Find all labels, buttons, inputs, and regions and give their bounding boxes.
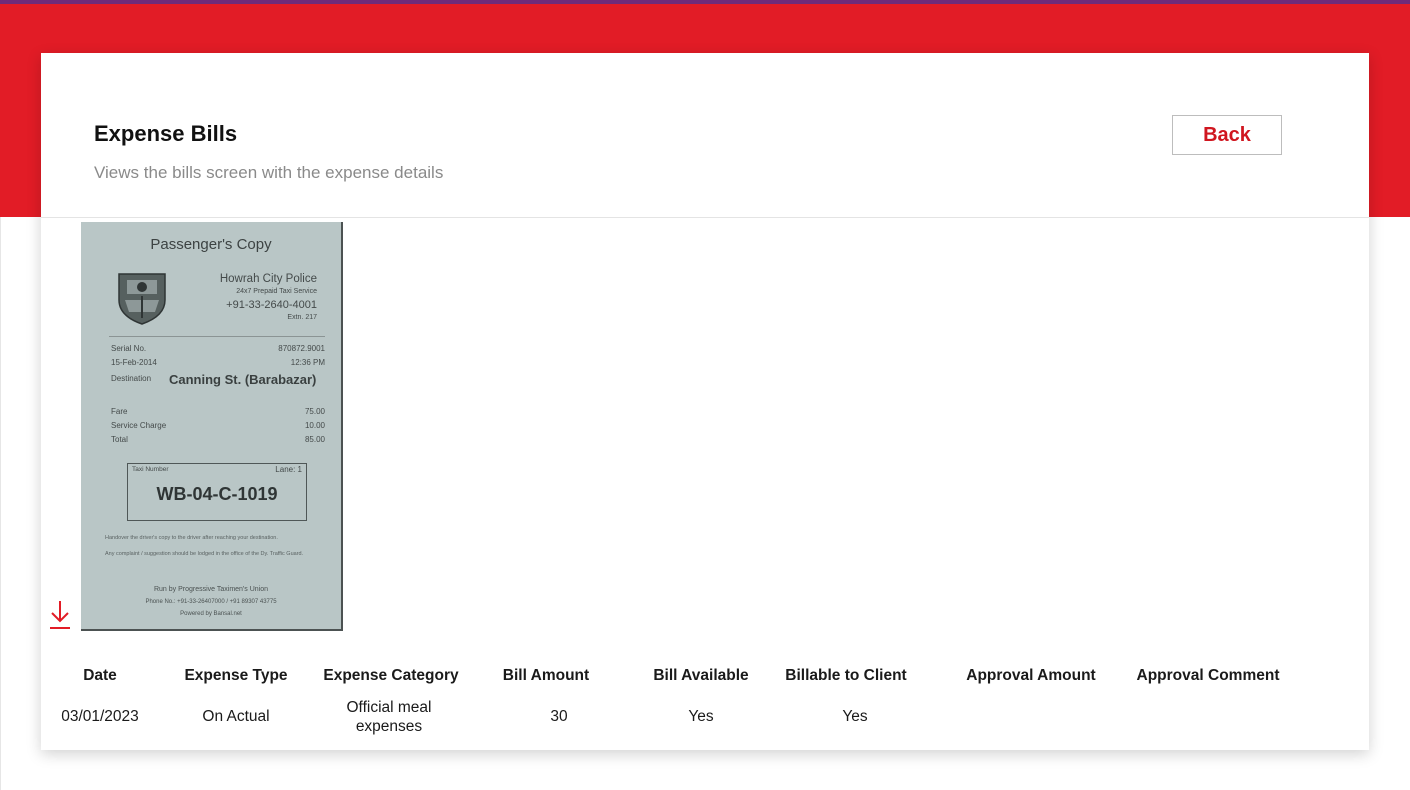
receipt-total-label: Total — [111, 435, 128, 444]
back-button[interactable]: Back — [1172, 115, 1282, 155]
cell-bill-available: Yes — [688, 708, 714, 725]
receipt-org: Howrah City Police 24x7 Prepaid Taxi Ser… — [220, 272, 317, 324]
receipt-divider — [109, 336, 325, 337]
bill-image[interactable]: Passenger's Copy Howrah City Police 24x7… — [81, 222, 343, 631]
page-title: Expense Bills — [94, 121, 238, 146]
receipt-time: 12:36 PM — [290, 358, 325, 367]
cell-expense-category-line2: expenses — [355, 718, 423, 735]
card-header: Expense Bills Views the bills screen wit… — [41, 53, 1369, 218]
col-header-approval-amount: Approval Amount — [966, 667, 1096, 684]
receipt-destination: Canning St. (Barabazar) — [169, 372, 317, 387]
cell-billable-to-client: Yes — [842, 708, 868, 725]
page-subtitle: Views the bills screen with the expense … — [94, 163, 444, 182]
expense-bills-card: Expense Bills Views the bills screen wit… — [41, 53, 1369, 750]
receipt-fare-label: Fare — [111, 407, 128, 416]
receipt-fare-value: 75.00 — [304, 407, 325, 416]
police-crest-icon — [118, 273, 166, 325]
cell-expense-type: On Actual — [202, 708, 270, 725]
receipt-plate-number: WB-04-C-1019 — [156, 484, 278, 504]
cell-bill-amount: 30 — [550, 708, 568, 725]
receipt-title: Passenger's Copy — [150, 236, 272, 253]
download-icon[interactable] — [49, 600, 71, 630]
receipt-fare-row: Fare 75.00 — [111, 407, 325, 416]
left-border — [0, 217, 1, 790]
receipt-footer-1: Run by Progressive Taximen's Union — [153, 586, 269, 593]
col-header-bill-amount: Bill Amount — [502, 667, 590, 684]
receipt-service-value: 10.00 — [304, 421, 325, 430]
receipt-org-phone: +91-33-2640-4001 — [226, 299, 317, 311]
receipt-org-name: Howrah City Police — [219, 273, 317, 285]
receipt-total-value: 85.00 — [304, 435, 325, 444]
receipt-note-2: Any complaint / suggestion should be lod… — [105, 551, 304, 557]
col-header-date: Date — [83, 667, 117, 684]
receipt-plate-box: Taxi Number Lane: 1 WB-04-C-1019 — [127, 463, 307, 521]
receipt-serial-row: Serial No. 870872.9001 — [111, 344, 325, 353]
receipt-serial-value: 870872.9001 — [278, 344, 325, 353]
col-header-approval-comment: Approval Comment — [1136, 667, 1280, 684]
receipt-footer-3: Powered by Bansal.net — [180, 611, 242, 617]
receipt-org-ext: Extn. 217 — [287, 314, 317, 321]
receipt-total-row: Total 85.00 — [111, 435, 325, 444]
receipt-service-label: Service Charge — [111, 421, 167, 430]
receipt-footer-2: Phone No.: +91-33-26407000 / +91 89307 4… — [145, 599, 277, 605]
receipt-taxi-label: Taxi Number — [132, 466, 169, 473]
col-header-expense-category: Expense Category — [323, 667, 459, 684]
receipt-service-row: Service Charge 10.00 — [111, 421, 325, 430]
col-header-bill-available: Bill Available — [653, 667, 749, 684]
receipt-date: 15-Feb-2014 — [111, 358, 157, 367]
receipt-note-1: Handover the driver's copy to the driver… — [105, 535, 278, 541]
receipt-datetime-row: 15-Feb-2014 12:36 PM — [111, 358, 325, 367]
col-header-expense-type: Expense Type — [184, 667, 288, 684]
cell-expense-category-line1: Official meal — [346, 699, 432, 716]
cell-expense-category: Official meal expenses — [329, 698, 449, 736]
receipt-org-service: 24x7 Prepaid Taxi Service — [236, 288, 317, 295]
col-header-billable-to-client: Billable to Client — [785, 667, 907, 684]
cell-date: 03/01/2023 — [61, 708, 139, 725]
receipt-serial-label: Serial No. — [111, 344, 147, 353]
receipt-lane: Lane: 1 — [275, 465, 302, 474]
receipt-destination-label: Destination — [111, 374, 152, 383]
